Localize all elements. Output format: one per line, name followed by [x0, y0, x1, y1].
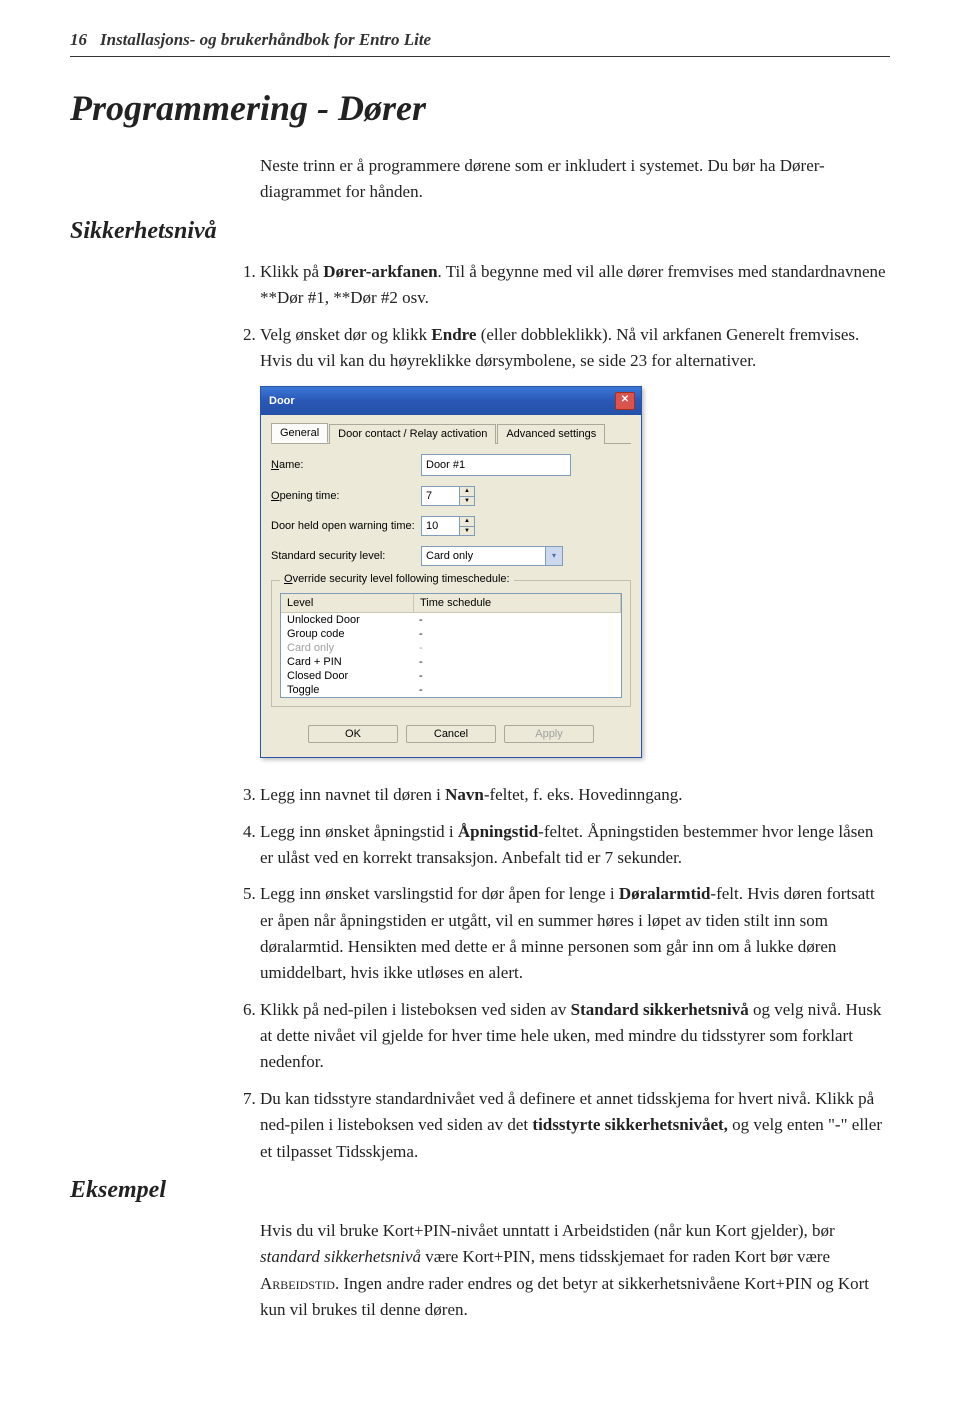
intro-text: Neste trinn er å programmere dørene som …: [260, 153, 890, 204]
dialog-titlebar[interactable]: Door ✕: [261, 387, 641, 415]
step-2: Velg ønsket dør og klikk Endre (eller do…: [260, 322, 890, 375]
label-name: Name:: [271, 459, 421, 471]
list-item-level: Group code: [281, 627, 413, 641]
list-item-timeschedule: -: [413, 655, 621, 669]
list-item[interactable]: Card only-: [281, 641, 621, 655]
section-heading-example: Eksempel: [70, 1177, 890, 1204]
step-7: Du kan tidsstyre standardnivået ved å de…: [260, 1086, 890, 1165]
warning-value: 10: [422, 520, 459, 532]
step-4: Legg inn ønsket åpningstid i Åpningstid-…: [260, 819, 890, 872]
seclevel-value: Card only: [422, 550, 545, 562]
list-item-timeschedule: -: [413, 669, 621, 683]
list-item[interactable]: Unlocked Door-: [281, 613, 621, 627]
list-item-level: Closed Door: [281, 669, 413, 683]
name-field[interactable]: [421, 454, 571, 476]
list-item[interactable]: Toggle-: [281, 683, 621, 697]
tab-panel-general: Name: Opening time: 7 ▲ ▼: [271, 454, 631, 707]
chevron-up-icon[interactable]: ▲: [460, 487, 474, 497]
tab-strip: General Door contact / Relay activation …: [271, 423, 631, 444]
document-page: 16 Installasjons- og brukerhåndbok for E…: [0, 0, 960, 1380]
dialog-title: Door: [269, 395, 295, 407]
running-header: 16 Installasjons- og brukerhåndbok for E…: [70, 30, 890, 50]
tab-contact[interactable]: Door contact / Relay activation: [329, 424, 496, 444]
cancel-button[interactable]: Cancel: [406, 725, 496, 743]
list-item-timeschedule: -: [413, 613, 621, 627]
opening-stepper[interactable]: 7 ▲ ▼: [421, 486, 475, 506]
page-number: 16: [70, 30, 100, 50]
list-item-timeschedule: -: [413, 683, 621, 697]
chevron-down-icon[interactable]: ▾: [545, 547, 562, 565]
row-warning: Door held open warning time: 10 ▲ ▼: [271, 516, 631, 536]
ok-button[interactable]: OK: [308, 725, 398, 743]
dialog-body: General Door contact / Relay activation …: [261, 415, 641, 757]
listview-header: Level Time schedule: [281, 594, 621, 613]
list-item-level: Toggle: [281, 683, 413, 697]
chevron-down-icon[interactable]: ▼: [460, 497, 474, 506]
list-item-level: Card + PIN: [281, 655, 413, 669]
group-title: Override security level following timesc…: [280, 573, 514, 585]
override-listview[interactable]: Level Time schedule Unlocked Door-Group …: [280, 593, 622, 698]
label-seclevel: Standard security level:: [271, 550, 421, 562]
label-warning: Door held open warning time:: [271, 520, 421, 532]
chevron-up-icon[interactable]: ▲: [460, 517, 474, 527]
step-5: Legg inn ønsket varslingstid for dør åpe…: [260, 881, 890, 986]
list-item-timeschedule: -: [413, 627, 621, 641]
running-title: Installasjons- og brukerhåndbok for Entr…: [100, 30, 431, 50]
list-item[interactable]: Group code-: [281, 627, 621, 641]
row-opening: Opening time: 7 ▲ ▼: [271, 486, 631, 506]
row-seclevel: Standard security level: Card only ▾: [271, 546, 631, 566]
list-item-timeschedule: -: [413, 641, 621, 655]
section-heading-security: Sikkerhetsnivå: [70, 218, 890, 245]
dialog-button-row: OK Cancel Apply: [271, 715, 631, 747]
door-dialog: Door ✕ General Door contact / Relay acti…: [260, 386, 642, 758]
override-group: Override security level following timesc…: [271, 580, 631, 707]
row-name: Name:: [271, 454, 631, 476]
step-1: Klikk på Dører-arkfanen. Til å begynne m…: [260, 259, 890, 312]
col-level: Level: [281, 594, 414, 612]
label-opening: Opening time:: [271, 490, 421, 502]
step-3: Legg inn navnet til døren i Navn-feltet,…: [260, 782, 890, 808]
example-text: Hvis du vil bruke Kort+PIN-nivået unntat…: [260, 1218, 890, 1323]
close-icon[interactable]: ✕: [615, 392, 635, 410]
tab-advanced[interactable]: Advanced settings: [497, 424, 605, 444]
step-list-1: Klikk på Dører-arkfanen. Til å begynne m…: [260, 259, 890, 374]
list-item-level: Card only: [281, 641, 413, 655]
list-item[interactable]: Card + PIN-: [281, 655, 621, 669]
col-timeschedule: Time schedule: [414, 594, 621, 612]
warning-stepper[interactable]: 10 ▲ ▼: [421, 516, 475, 536]
chevron-down-icon[interactable]: ▼: [460, 527, 474, 536]
seclevel-select[interactable]: Card only ▾: [421, 546, 563, 566]
step-list-2: Legg inn navnet til døren i Navn-feltet,…: [260, 782, 890, 1164]
step-6: Klikk på ned-pilen i listeboksen ved sid…: [260, 997, 890, 1076]
apply-button: Apply: [504, 725, 594, 743]
list-item-level: Unlocked Door: [281, 613, 413, 627]
page-title: Programmering - Dører: [70, 87, 890, 129]
header-rule: [70, 56, 890, 57]
dialog-screenshot: Door ✕ General Door contact / Relay acti…: [260, 386, 890, 758]
list-item[interactable]: Closed Door-: [281, 669, 621, 683]
tab-general[interactable]: General: [271, 423, 328, 443]
listview-rows: Unlocked Door-Group code-Card only-Card …: [281, 613, 621, 697]
opening-value: 7: [422, 490, 459, 502]
